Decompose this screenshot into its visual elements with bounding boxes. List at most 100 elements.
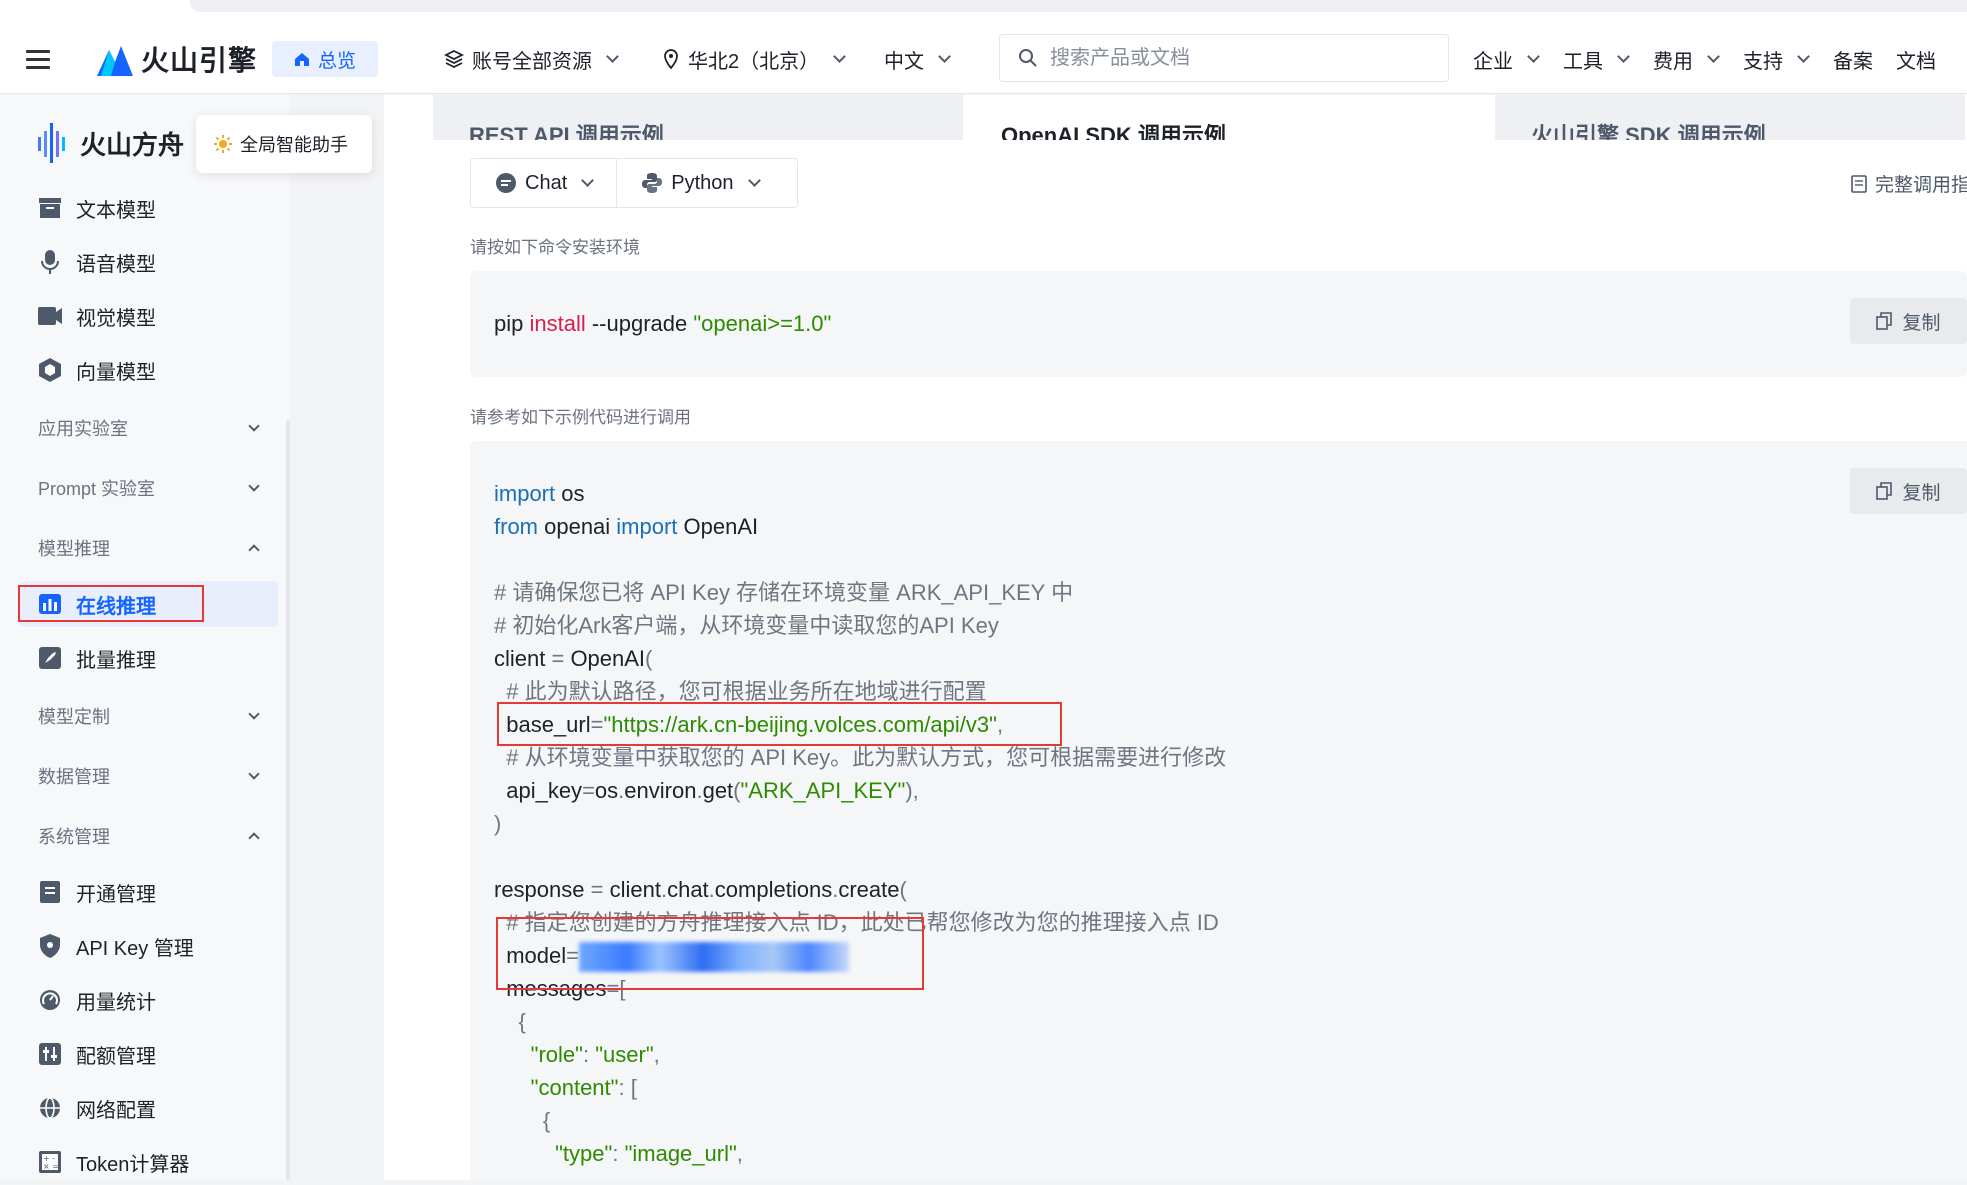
sidebar-item-label: 语音模型 — [76, 253, 156, 276]
browser-strip — [0, 0, 1967, 20]
copy-icon — [1876, 312, 1893, 330]
group-model-inference[interactable]: 模型推理 — [38, 528, 268, 568]
code-token: ( — [645, 646, 653, 671]
group-model-custom[interactable]: 模型定制 — [38, 696, 268, 736]
group-app-lab[interactable]: 应用实验室 — [38, 408, 268, 448]
code-token: OpenAI — [677, 514, 759, 539]
tab-rest-api[interactable]: REST API 调用示例 — [433, 95, 965, 140]
code-token: = — [582, 778, 595, 803]
code-token: "https://ark.cn-beijing.volces.com/api/v… — [603, 712, 997, 737]
code-token: "type" — [494, 1141, 613, 1166]
sidebar-item-quota[interactable]: 配额管理 — [20, 1031, 278, 1077]
menu-icon[interactable] — [26, 50, 50, 69]
code-token: messages — [494, 976, 607, 1001]
api-type-select[interactable]: Chat — [471, 159, 616, 207]
sidebar-item-api-key[interactable]: API Key 管理 — [20, 923, 278, 969]
sparkle-icon — [214, 135, 232, 153]
code-token: client — [609, 877, 661, 902]
sidebar-item-label: Token计算器 — [76, 1153, 190, 1176]
chevron-down-icon — [1797, 50, 1810, 63]
chat-bubble-icon — [496, 173, 516, 193]
menu-tools-label: 工具 — [1563, 50, 1603, 73]
code-token: ), — [905, 778, 919, 803]
code-token: = — [590, 712, 604, 737]
home-icon — [294, 53, 309, 66]
chevron-down-icon — [606, 50, 619, 63]
language-select[interactable]: Python — [616, 159, 782, 207]
code-token: chat — [667, 877, 709, 902]
sidebar-item-text-model[interactable]: 文本模型 — [20, 185, 278, 231]
resources-label: 账号全部资源 — [472, 50, 592, 73]
layers-icon — [444, 49, 464, 69]
sidebar-item-vision-model[interactable]: 视觉模型 — [20, 293, 278, 339]
language-dropdown[interactable]: 中文 — [884, 40, 951, 78]
group-data-mgmt[interactable]: 数据管理 — [38, 756, 268, 796]
menu-enterprise[interactable]: 企业 — [1473, 40, 1540, 78]
menu-billing[interactable]: 费用 — [1653, 40, 1720, 78]
sidebar-item-label: 向量模型 — [76, 361, 156, 384]
example-selectors: Chat Python — [470, 158, 798, 208]
menu-support[interactable]: 支持 — [1743, 40, 1810, 78]
language-label: 中文 — [884, 50, 924, 73]
menu-filing[interactable]: 备案 — [1833, 40, 1873, 78]
sidebar-item-token-calc[interactable]: + - × = Token计算器 — [20, 1139, 278, 1185]
code-token: "ARK_API_KEY" — [740, 778, 906, 803]
region-label: 华北2（北京） — [688, 50, 820, 73]
menu-docs[interactable]: 文档 — [1896, 40, 1936, 78]
assistant-button[interactable]: 全局智能助手 — [196, 115, 372, 173]
group-label: 系统管理 — [38, 827, 110, 847]
group-system-mgmt[interactable]: 系统管理 — [38, 816, 268, 856]
shield-icon — [38, 934, 62, 958]
code-line-role: "role": "user", — [494, 1038, 660, 1071]
sliders-icon — [38, 1042, 62, 1066]
region-dropdown[interactable]: 华北2（北京） — [662, 40, 846, 78]
install-code-block: pip install --upgrade "openai>=1.0" 复制 — [470, 271, 1967, 377]
tab-openai-sdk[interactable]: OpenAI SDK 调用示例 — [965, 95, 1495, 140]
copy-install-button[interactable]: 复制 — [1850, 298, 1967, 344]
tab-label: REST API 调用示例 — [469, 123, 664, 140]
chevron-down-icon — [248, 480, 260, 492]
sidebar-item-usage[interactable]: 用量统计 — [20, 977, 278, 1023]
tab-label: 火山引擎 SDK 调用示例 — [1531, 123, 1766, 140]
example-hint: 请参考如下示例代码进行调用 — [470, 408, 691, 427]
sidebar-item-label: 开通管理 — [76, 883, 156, 906]
top-navbar: 火山引擎 总览 账号全部资源 华北2（北京） 中文 企业 工具 费用 支持 备案… — [0, 20, 1967, 94]
full-doc-link[interactable]: 完整调用指 — [1851, 170, 1967, 197]
ark-brand: 火山方舟 — [38, 123, 184, 163]
sidebar-item-vector-model[interactable]: 向量模型 — [20, 347, 278, 393]
copy-label: 复制 — [1902, 312, 1941, 334]
chevron-down-icon — [833, 50, 846, 63]
sidebar-item-network[interactable]: 网络配置 — [20, 1085, 278, 1131]
code-line-19: { — [494, 1108, 551, 1133]
resources-dropdown[interactable]: 账号全部资源 — [444, 40, 619, 78]
search-box[interactable] — [999, 34, 1449, 82]
globe-icon — [38, 1096, 62, 1120]
copy-example-button[interactable]: 复制 — [1850, 468, 1967, 514]
calculator-icon: + - × = — [38, 1150, 62, 1174]
sidebar-item-batch-inference[interactable]: 批量推理 — [20, 635, 278, 681]
group-label: 模型推理 — [38, 539, 110, 559]
code-token: pip — [494, 311, 530, 336]
group-prompt-lab[interactable]: Prompt 实验室 — [38, 468, 268, 508]
volcengine-logo[interactable]: 火山引擎 — [97, 39, 257, 79]
tab-volcengine-sdk[interactable]: 火山引擎 SDK 调用示例 — [1495, 95, 1967, 140]
search-input[interactable] — [1050, 46, 1430, 70]
chevron-up-icon — [248, 544, 260, 556]
code-token: , — [653, 1042, 660, 1067]
sidebar-item-voice-model[interactable]: 语音模型 — [20, 239, 278, 285]
menu-support-label: 支持 — [1743, 50, 1783, 73]
group-label: 数据管理 — [38, 767, 110, 787]
code-token: : [ — [618, 1075, 637, 1100]
code-token: import — [616, 514, 678, 539]
install-command[interactable]: pip install --upgrade "openai>=1.0" — [494, 307, 831, 340]
code-token: client — [494, 646, 546, 671]
code-token: --upgrade — [585, 311, 694, 336]
sidebar-item-activation[interactable]: 开通管理 — [20, 869, 278, 915]
copy-label: 复制 — [1902, 482, 1941, 504]
chevron-down-icon — [248, 768, 260, 780]
overview-button[interactable]: 总览 — [272, 41, 378, 77]
sidebar-item-online-inference[interactable]: 在线推理 — [20, 581, 278, 627]
bar-chart-icon — [38, 592, 62, 616]
menu-tools[interactable]: 工具 — [1563, 40, 1630, 78]
tab-label: OpenAI SDK 调用示例 — [1001, 123, 1226, 140]
